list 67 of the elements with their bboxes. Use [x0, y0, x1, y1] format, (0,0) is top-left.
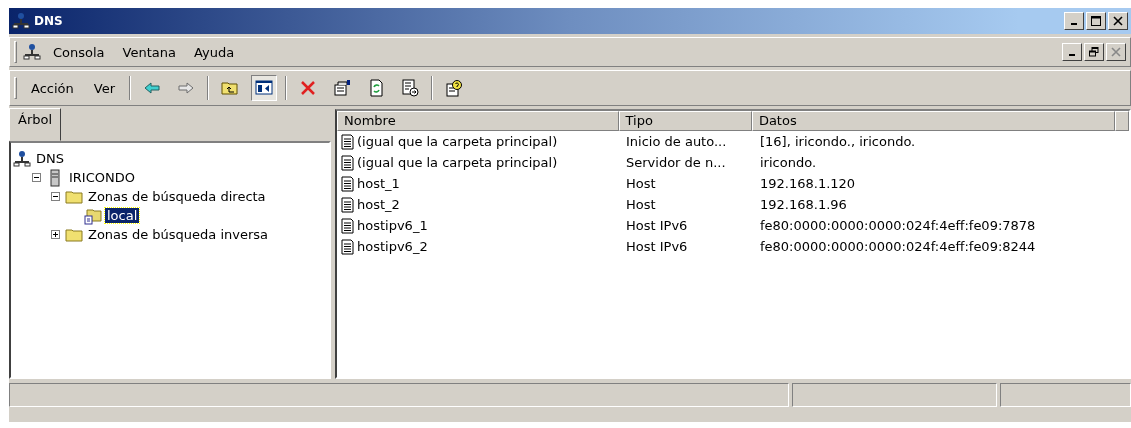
expand-icon[interactable] [51, 230, 60, 239]
refresh-icon [367, 79, 385, 97]
help-icon [445, 79, 463, 97]
table-cell[interactable]: host_2 [357, 197, 400, 212]
tree-item[interactable]: local [105, 208, 140, 223]
column-header[interactable]: Tipo [618, 111, 752, 131]
close-icon [1113, 16, 1123, 26]
toolbar-button[interactable] [251, 75, 277, 101]
column-header[interactable]: Datos [751, 111, 1115, 131]
table-cell: Inicio de auto... [626, 134, 727, 149]
column-header[interactable]: Nombre [337, 111, 619, 131]
restore-icon [1089, 47, 1099, 57]
table-cell: iricondo. [760, 155, 817, 170]
close-button[interactable] [1108, 12, 1128, 30]
window-title: DNS [34, 14, 63, 28]
table-cell: [16], iricondo., iricondo. [760, 134, 916, 149]
minimize-button[interactable] [1064, 12, 1084, 30]
menu-item[interactable]: Acción [25, 78, 80, 98]
table-cell: Host [626, 176, 656, 191]
table-cell: Host IPv6 [626, 218, 688, 233]
network-icon [23, 43, 41, 61]
folder-up-icon [221, 79, 239, 97]
network-icon [13, 149, 31, 168]
collapse-icon[interactable] [51, 192, 60, 201]
menu-item[interactable]: Ver [87, 78, 121, 98]
properties-icon [333, 79, 351, 97]
table-cell: Host IPv6 [626, 239, 688, 254]
table-cell[interactable]: (igual que la carpeta principal) [357, 155, 558, 170]
back-arrow-icon [143, 79, 161, 97]
record-icon [341, 196, 354, 213]
collapse-icon[interactable] [32, 173, 41, 182]
export-list-icon [401, 79, 419, 97]
zone-folder-icon [84, 206, 102, 225]
pane-icon [255, 79, 273, 97]
maximize-button[interactable] [1086, 12, 1106, 30]
table-cell: Servidor de n... [626, 155, 726, 170]
record-icon [341, 238, 354, 255]
record-icon [341, 154, 354, 171]
tree-item[interactable]: DNS [34, 151, 66, 166]
delete-icon [299, 79, 317, 97]
table-cell: fe80:0000:0000:0000:024f:4eff:fe09:7878 [760, 218, 1036, 233]
maximize-icon [1091, 16, 1101, 26]
table-cell: Host [626, 197, 656, 212]
network-icon [12, 12, 30, 30]
forward-arrow-icon [177, 79, 195, 97]
minimize-icon [1069, 54, 1075, 56]
restore-button[interactable] [1084, 43, 1104, 61]
table-cell: 192.168.1.120 [760, 176, 856, 191]
menu-item[interactable]: Ventana [116, 42, 182, 62]
table-cell[interactable]: hostipv6_2 [357, 239, 428, 254]
record-icon [341, 217, 354, 234]
table-cell[interactable]: hostipv6_1 [357, 218, 428, 233]
close-button[interactable] [1106, 43, 1126, 61]
menu-item[interactable]: Ayuda [187, 42, 241, 62]
tree-item[interactable]: Zonas de búsqueda directa [86, 189, 268, 204]
close-icon [1111, 47, 1121, 57]
tree-item[interactable]: IRICONDO [67, 170, 137, 185]
tree-item[interactable]: Zonas de búsqueda inversa [86, 227, 271, 242]
menu-item[interactable]: Consola [47, 42, 111, 62]
table-cell: fe80:0000:0000:0000:024f:4eff:fe09:8244 [760, 239, 1036, 254]
table-cell: 192.168.1.96 [760, 197, 847, 212]
minimize-button[interactable] [1062, 43, 1082, 61]
record-icon [341, 175, 354, 192]
minimize-icon [1071, 23, 1077, 25]
table-cell[interactable]: host_1 [357, 176, 400, 191]
table-cell[interactable]: (igual que la carpeta principal) [357, 134, 558, 149]
record-icon [341, 133, 354, 150]
